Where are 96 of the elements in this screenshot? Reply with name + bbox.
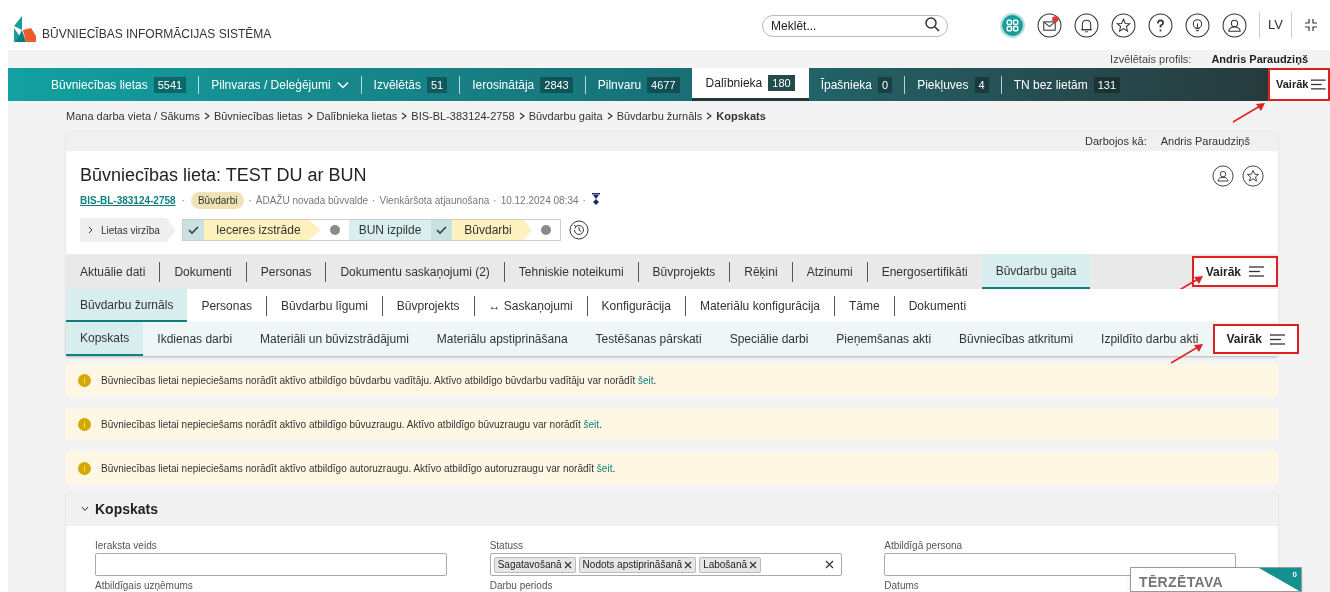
tab[interactable]: Materiālu apstiprināšana bbox=[422, 322, 582, 356]
count-badge: 4677 bbox=[647, 76, 680, 93]
alert-text: Būvniecības lietai nepieciešams norādīt aktīvo atbildīgo autoruzraugu. Aktīvo atbildīgo autoruzraugu var norādīt šeit. bbox=[101, 461, 616, 476]
breadcrumb-link[interactable]: Būvdarbu gaita bbox=[528, 107, 603, 125]
breadcrumb-link[interactable]: Mana darba vieta / Sākums bbox=[66, 107, 200, 125]
tag-select-field[interactable]: Sagatavošanā Nodots apstiprināšanā Labošanā bbox=[489, 553, 842, 576]
logo-text: BŪVNIECĪBAS INFORMĀCIJAS SISTĒMA bbox=[42, 26, 272, 43]
chat-widget[interactable]: TĒRZĒTAVA 0 bbox=[1130, 567, 1302, 592]
search-field[interactable]: Meklēt... bbox=[762, 15, 949, 37]
tab[interactable]: Būvdarbu žurnāls bbox=[66, 289, 188, 322]
tab[interactable]: Testēšanas pārskati bbox=[581, 322, 716, 356]
nav-tab[interactable]: Būvniecības lietas 5541 bbox=[39, 68, 199, 101]
tab[interactable]: ↔ Saskaņojumi bbox=[474, 289, 587, 322]
progress-step: BUN izpilde bbox=[348, 220, 432, 240]
count-badge: 2843 bbox=[540, 76, 573, 93]
separator-dot: · bbox=[180, 194, 186, 208]
profile-name: Andris Paraudziņš bbox=[1211, 51, 1308, 67]
field-label: Darbu periods bbox=[489, 580, 553, 592]
tab[interactable]: Būvdarbu līgumi bbox=[267, 289, 382, 322]
case-title: Būvniecības lieta: TEST DU ar BUN bbox=[80, 164, 367, 187]
nav-tab[interactable]: Īpašnieka 0 bbox=[808, 68, 905, 101]
nav-tab[interactable]: TN bez lietām 131 bbox=[1001, 68, 1133, 101]
field-label: Atbildīgā persona bbox=[884, 540, 963, 552]
tab[interactable]: Dokumenti bbox=[160, 254, 246, 289]
alert-link[interactable]: šeit bbox=[638, 374, 654, 386]
field-label: Atbildīgais uzņēmums bbox=[95, 580, 193, 592]
count-badge: 4 bbox=[974, 76, 989, 93]
progress-step: Ieceres izstrāde bbox=[203, 220, 321, 240]
case-id-link[interactable]: BIS-BL-383124-2758 bbox=[80, 193, 176, 208]
profile-label: Izvēlētais profils: bbox=[1110, 51, 1192, 67]
alert-text: Būvniecības lietai nepieciešams norādīt aktīvo atbildīgo būvuzraugu. Aktīvo atbildīgo būvuzraugu var norādīt šeit. bbox=[101, 417, 602, 432]
progress-toggle[interactable]: Lietas virzība bbox=[80, 218, 176, 242]
more-button[interactable]: Vairāk bbox=[1268, 68, 1330, 101]
nav-tab[interactable]: Piekļuves 4 bbox=[905, 68, 1001, 101]
tab[interactable]: Izpildīto darbu akti bbox=[1087, 322, 1213, 356]
nav-tab[interactable]: Pilnvaras / Deleģējumi bbox=[199, 68, 361, 101]
status-tag[interactable]: Sagatavošanā bbox=[493, 556, 576, 573]
count-badge: 180 bbox=[768, 75, 795, 91]
tab[interactable]: Rēķini bbox=[730, 254, 792, 289]
meta-text: Vienkāršota atjaunošana bbox=[379, 194, 490, 208]
count-badge: 0 bbox=[878, 76, 893, 93]
tab[interactable]: Aktuālie dati bbox=[66, 254, 160, 289]
panel-title: Kopskats bbox=[95, 499, 159, 519]
nav-tab[interactable]: Pilnvaru 4677 bbox=[585, 68, 692, 101]
field-label: Ieraksta veids bbox=[95, 540, 157, 552]
more-button[interactable]: Vairāk bbox=[1191, 256, 1278, 287]
breadcrumb-link[interactable]: Būvniecības lietas bbox=[213, 107, 303, 125]
acting-label: Darbojos kā: bbox=[1084, 133, 1147, 149]
tab[interactable]: Pieņemšanas akti bbox=[822, 322, 946, 356]
stage-badge: Būvdarbi bbox=[190, 192, 245, 209]
acting-name: Andris Paraudziņš bbox=[1160, 133, 1250, 149]
meta-text: 10.12.2024 08:34 bbox=[500, 194, 579, 208]
tab[interactable]: Speciālie darbi bbox=[715, 322, 823, 356]
meta-text: ĀDAŽU novada būvvalde bbox=[255, 193, 369, 208]
tab[interactable]: Būvprojekts bbox=[382, 289, 474, 322]
separator-dot: · bbox=[493, 194, 497, 208]
breadcrumb-link[interactable]: Būvdarbu žurnāls bbox=[616, 107, 703, 125]
tab[interactable]: Materiālu konfigurācija bbox=[685, 289, 834, 322]
status-tag[interactable]: Labošanā bbox=[699, 556, 762, 573]
breadcrumb-current: Kopskats bbox=[716, 108, 766, 124]
breadcrumb-link[interactable]: BIS-BL-383124-2758 bbox=[411, 107, 515, 125]
field-label: Datums bbox=[884, 580, 919, 592]
panel-header[interactable]: Kopskats bbox=[66, 492, 1278, 526]
nav-tab[interactable]: Izvēlētās 51 bbox=[361, 68, 460, 101]
status-tag[interactable]: Nodots apstiprināšanā bbox=[578, 556, 697, 573]
field-label: Statuss bbox=[489, 540, 523, 552]
language-button[interactable]: LV bbox=[1260, 15, 1291, 35]
tab[interactable]: Energosertifikāti bbox=[867, 254, 982, 289]
tab[interactable]: Būvprojekts bbox=[638, 254, 730, 289]
tab[interactable]: Materiāli un būvizstrādājumi bbox=[246, 322, 423, 356]
tab[interactable]: Būvdarbu gaita bbox=[981, 254, 1091, 289]
tab[interactable]: Ikdienas darbi bbox=[143, 322, 247, 356]
breadcrumb-link[interactable]: Dalībnieka lietas bbox=[316, 107, 398, 125]
more-button[interactable]: Vairāk bbox=[1212, 324, 1299, 354]
tab[interactable]: Konfigurācija bbox=[587, 289, 685, 322]
tab[interactable]: Dokumentu saskaņojumi (2) bbox=[326, 254, 504, 289]
separator-dot: · bbox=[372, 194, 376, 208]
tab[interactable]: Personas bbox=[187, 289, 267, 322]
tab[interactable]: Būvniecības atkritumi bbox=[945, 322, 1088, 356]
tab[interactable]: Tāme bbox=[835, 289, 894, 322]
count-badge: 51 bbox=[426, 76, 448, 93]
chat-count: 0 bbox=[1292, 569, 1297, 581]
tab[interactable]: Dokumenti bbox=[894, 289, 981, 322]
tab[interactable]: Atzinumi bbox=[792, 254, 867, 289]
separator-dot: · bbox=[248, 194, 252, 208]
tab[interactable]: Personas bbox=[246, 254, 326, 289]
nav-tab[interactable]: Ierosinātāja 2843 bbox=[460, 68, 585, 101]
separator-dot: · bbox=[582, 194, 586, 208]
tab[interactable]: Kopskats bbox=[66, 322, 144, 356]
alert-text: Būvniecības lietai nepieciešams norādīt aktīvo atbildīgo būvdarbu vadītāju. Aktīvo atbildīgo būvdarbu vadītāju var norādīt šeit. bbox=[101, 373, 657, 388]
count-badge: 131 bbox=[1093, 76, 1121, 93]
chat-title: TĒRZĒTAVA bbox=[1139, 573, 1224, 591]
nav-tab[interactable]: Dalībnieka 180 bbox=[691, 68, 809, 101]
count-badge: 5541 bbox=[153, 76, 187, 93]
progress-step: Būvdarbi bbox=[452, 220, 532, 240]
tab[interactable]: Tehniskie noteikumi bbox=[504, 254, 638, 289]
